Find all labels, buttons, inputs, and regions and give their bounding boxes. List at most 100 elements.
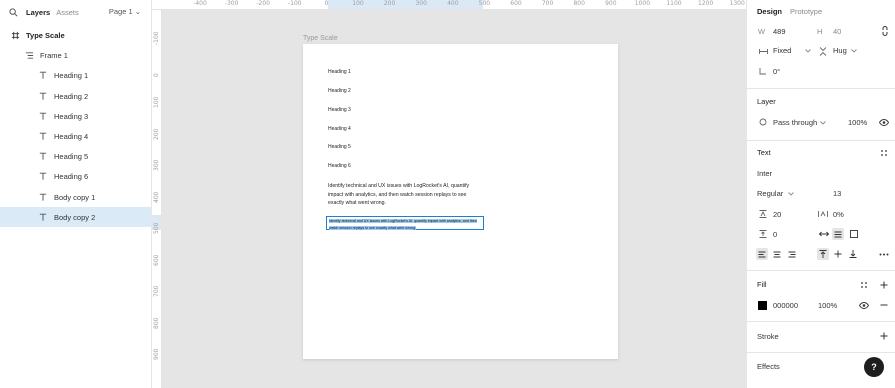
type-scale-frame[interactable]: Heading 1 Heading 2 Heading 3 Heading 4 …	[303, 44, 618, 359]
body-copy-2-selection[interactable]: Identify technical and UX issues with Lo…	[326, 216, 484, 231]
divider	[747, 352, 895, 353]
ruler-tick-label: -100	[287, 0, 302, 7]
constrain-proportions-icon[interactable]	[879, 25, 891, 37]
paragraph-spacing-input[interactable]: 0	[773, 230, 777, 239]
letter-spacing-icon	[817, 208, 829, 220]
tab-assets[interactable]: Assets	[56, 8, 79, 17]
heading-3[interactable]: Heading 3	[328, 107, 351, 113]
layer-body-copy-2[interactable]: Body copy 2	[0, 207, 151, 227]
horizontal-resizing-select[interactable]: Fixed	[773, 46, 791, 55]
body-copy-1[interactable]: Identify technical and UX issues with Lo…	[328, 182, 480, 208]
ruler-tick-label: 800	[573, 0, 585, 7]
heading-5[interactable]: Heading 5	[328, 144, 351, 150]
ruler-tick-label: 300	[415, 0, 427, 7]
align-center-icon[interactable]	[771, 248, 783, 260]
tab-layers[interactable]: Layers	[26, 8, 50, 17]
fill-hex-input[interactable]: 000000	[773, 301, 798, 310]
layer-opacity-input[interactable]: 100%	[848, 118, 867, 127]
more-options-icon[interactable]	[878, 248, 890, 260]
ruler-tick-label: 200	[383, 0, 396, 7]
ruler-tick-label: 1000	[634, 0, 651, 7]
ruler-tick-label: 1300	[729, 0, 745, 7]
fill-color-swatch[interactable]	[756, 299, 768, 311]
tab-design[interactable]: Design	[757, 7, 782, 16]
design-canvas[interactable]: Type Scale Heading 1 Heading 2 Heading 3…	[162, 10, 746, 388]
divider	[747, 321, 895, 322]
text-layer-icon	[38, 91, 48, 101]
ruler-tick-label: 100	[352, 0, 364, 7]
letter-spacing-input[interactable]: 0%	[833, 210, 844, 219]
layer-body-copy-1[interactable]: Body copy 1	[0, 187, 151, 207]
text-styles-grid-icon[interactable]	[878, 147, 890, 159]
ruler-tick-label: 800	[153, 317, 160, 329]
auto-width-icon[interactable]	[818, 228, 830, 240]
fill-opacity-input[interactable]: 100%	[818, 301, 837, 310]
ruler-selection-highlight	[328, 0, 483, 9]
align-top-icon[interactable]	[817, 248, 829, 260]
fill-styles-grid-icon[interactable]	[858, 279, 870, 291]
chevron-down-icon[interactable]	[785, 188, 797, 200]
text-layer-icon	[38, 131, 48, 141]
help-button[interactable]: ?	[864, 357, 884, 377]
align-right-icon[interactable]	[786, 248, 798, 260]
height-input[interactable]: 40	[833, 27, 841, 36]
frame-label[interactable]: Type Scale	[303, 35, 338, 42]
add-fill-icon[interactable]	[878, 279, 890, 291]
auto-height-icon[interactable]	[832, 228, 844, 240]
ruler-tick-label: 700	[541, 0, 554, 7]
body-copy-2[interactable]: Identify technical and UX issues with Lo…	[329, 219, 477, 231]
frame-grid-icon	[10, 30, 20, 40]
font-size-input[interactable]: 13	[833, 189, 841, 198]
layer-frame-1[interactable]: Frame 1	[0, 45, 151, 65]
ruler-tick-label: -400	[193, 0, 207, 7]
layer-type-scale[interactable]: Type Scale	[0, 25, 151, 45]
eye-icon[interactable]	[878, 116, 890, 128]
chevron-down-icon[interactable]	[802, 45, 814, 57]
vertical-ruler: -100 0 100 200 300 400 500 600 700 800 900	[152, 10, 162, 388]
font-family-select[interactable]: Inter	[757, 169, 772, 178]
layer-heading-1[interactable]: Heading 1	[0, 65, 151, 85]
ruler-tick-label: 900	[153, 348, 160, 360]
blend-mode-select[interactable]: Pass through	[773, 118, 817, 127]
remove-fill-icon[interactable]	[878, 299, 890, 311]
vertical-resizing-select[interactable]: Hug	[833, 46, 847, 55]
tab-prototype[interactable]: Prototype	[790, 7, 822, 16]
heading-6[interactable]: Heading 6	[328, 163, 351, 169]
page-selector[interactable]: Page 1 ⌄	[109, 7, 141, 16]
ruler-tick-label: 0	[324, 0, 329, 7]
ruler-tick-label: 200	[153, 128, 160, 140]
rotation-input[interactable]: 0°	[773, 67, 780, 76]
line-height-input[interactable]: 20	[773, 210, 781, 219]
eye-icon[interactable]	[858, 299, 870, 311]
blend-mode-icon	[757, 116, 769, 128]
layer-heading-2[interactable]: Heading 2	[0, 86, 151, 106]
stroke-section-title: Stroke	[757, 332, 779, 341]
layer-heading-5[interactable]: Heading 5	[0, 146, 151, 166]
width-input[interactable]: 489	[773, 27, 786, 36]
divider	[747, 88, 895, 89]
font-weight-select[interactable]: Regular	[757, 189, 783, 198]
text-layer-icon	[38, 70, 48, 80]
layer-heading-4[interactable]: Heading 4	[0, 126, 151, 146]
ruler-tick-label: 400	[153, 191, 160, 203]
heading-2[interactable]: Heading 2	[328, 88, 351, 94]
align-bottom-icon[interactable]	[847, 248, 859, 260]
heading-1[interactable]: Heading 1	[328, 69, 351, 75]
chevron-down-icon[interactable]	[848, 45, 860, 57]
align-left-icon[interactable]	[756, 248, 768, 260]
align-middle-icon[interactable]	[832, 248, 844, 260]
properties-panel: Design Prototype W 489 H 40 Fixed Hug 0°…	[746, 0, 895, 388]
layer-label: Type Scale	[26, 30, 65, 40]
search-icon[interactable]	[6, 5, 20, 19]
heading-4[interactable]: Heading 4	[328, 126, 351, 132]
fixed-size-icon[interactable]	[848, 228, 860, 240]
ruler-tick-label: 300	[153, 159, 160, 171]
right-panel-tabs: Design Prototype	[747, 0, 895, 22]
layer-heading-6[interactable]: Heading 6	[0, 166, 151, 186]
layer-heading-3[interactable]: Heading 3	[0, 106, 151, 126]
divider	[747, 140, 895, 141]
chevron-down-icon[interactable]	[817, 117, 829, 129]
add-stroke-icon[interactable]	[878, 330, 890, 342]
layer-label: Heading 2	[54, 91, 89, 101]
rotation-icon	[757, 65, 769, 77]
